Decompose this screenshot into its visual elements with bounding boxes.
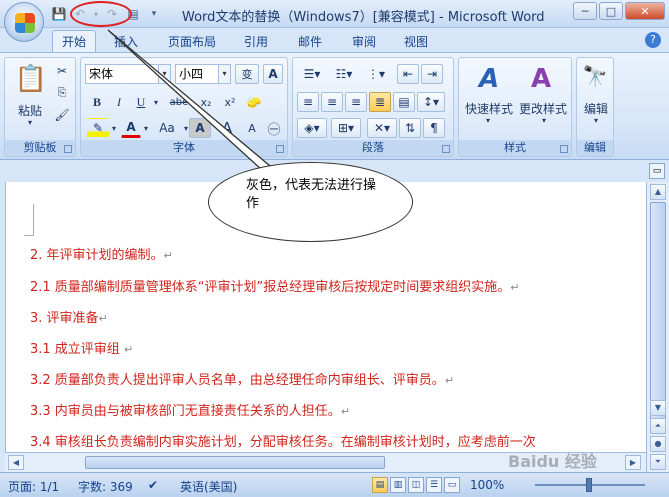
word-window: 💾 ↶ ▾ ↷ ▤ ▾ Word文本的替换（Windows7）[兼容模式] - …	[0, 0, 669, 497]
callout-pointer	[107, 29, 283, 177]
callout-text: 灰色，代表无法进行操作	[246, 178, 377, 211]
